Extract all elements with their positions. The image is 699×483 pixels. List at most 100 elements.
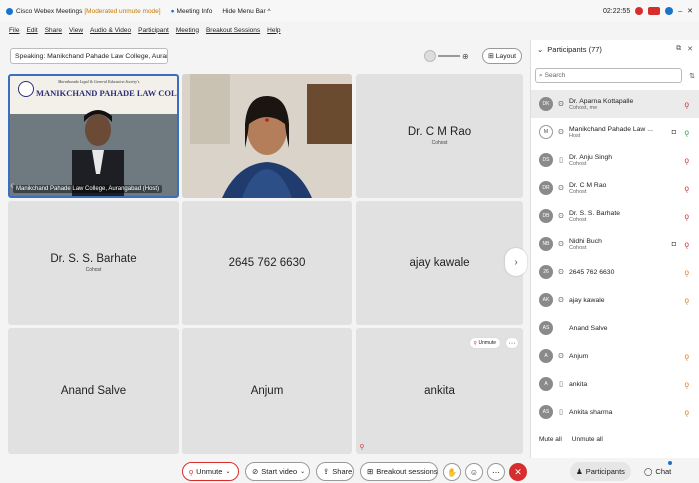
menu-edit[interactable]: Edit — [26, 27, 37, 34]
tile-unmute-label: Unmute — [478, 340, 496, 346]
college-logo-icon — [18, 81, 34, 97]
video-tile-ankita[interactable]: ankita ǫ Unmute ··· ǫ — [356, 328, 523, 454]
layout-button[interactable]: ⊞ Layout — [482, 48, 522, 64]
participant-row[interactable]: A ▯ ankita ǫ — [531, 370, 699, 398]
video-tile-barhate[interactable]: Dr. S. S. Barhate Cohost — [8, 201, 179, 325]
participant-row[interactable]: NB ʘ Nidhi Buch Cohost ◘ ǫ — [531, 230, 699, 258]
avatar: DK — [539, 97, 553, 111]
menu-view[interactable]: View — [69, 27, 83, 34]
tile-more-button[interactable]: ··· — [505, 337, 519, 349]
close-panel-icon[interactable]: ✕ — [687, 45, 693, 53]
mic-muted-icon[interactable]: ǫ — [685, 100, 689, 109]
participant-row[interactable]: AS ▯ Ankita sharma ǫ — [531, 398, 699, 426]
hide-menu-bar-button[interactable]: Hide Menu Bar ^ — [222, 8, 270, 15]
mic-muted-icon[interactable]: ǫ — [685, 240, 689, 249]
leave-meeting-button[interactable]: ✕ — [509, 463, 527, 481]
participant-row[interactable]: DK ʘ Dr. Aparna Kottapalle Cohost, me ǫ — [531, 90, 699, 118]
close-button[interactable]: ✕ — [687, 7, 693, 15]
mute-all-button[interactable]: Mute all — [539, 436, 562, 443]
participant-row[interactable]: A ʘ Anjum ǫ — [531, 342, 699, 370]
participant-row[interactable]: M ʘ Manikchand Pahade Law ... Host ◘ ǫ — [531, 118, 699, 146]
video-tile-c-m-rao[interactable]: Dr. C M Rao Cohost — [356, 74, 523, 198]
participant-role: Host — [569, 132, 581, 139]
avatar: DR — [539, 181, 553, 195]
video-tile-anjum[interactable]: Anjum — [182, 328, 352, 454]
menu-file[interactable]: File — [9, 27, 19, 34]
share-button[interactable]: ⇪ Share — [316, 462, 354, 481]
unmute-all-button[interactable]: Unmute all — [572, 436, 603, 443]
participants-header[interactable]: ⌄ Participants (77) — [537, 45, 602, 54]
participant-row[interactable]: AS Anand Salve — [531, 314, 699, 342]
mic-muted-icon[interactable]: ǫ — [685, 268, 689, 277]
unmute-button[interactable]: ǫ Unmute ⌄ — [182, 462, 239, 481]
participant-name: Anand Salve — [569, 324, 608, 332]
participant-name: Nidhi Buch — [569, 237, 602, 245]
zoom-knob[interactable] — [424, 50, 436, 62]
zoom-track[interactable] — [438, 55, 460, 57]
mic-muted-icon[interactable]: ǫ — [685, 184, 689, 193]
unmute-label: Unmute — [196, 467, 223, 476]
sort-icon[interactable]: ⇅ — [689, 72, 695, 80]
menu-meeting[interactable]: Meeting — [176, 27, 199, 34]
participant-name: Anjum — [569, 352, 589, 360]
phone-icon: ▯ — [559, 409, 563, 416]
share-label: Share — [332, 467, 353, 476]
reactions-button[interactable]: ☺ — [465, 463, 483, 481]
chevron-down-icon[interactable]: ⌄ — [537, 45, 543, 54]
participant-row[interactable]: DR ʘ Dr. C M Rao Cohost ǫ — [531, 174, 699, 202]
participant-search-input[interactable]: ⌕ Search — [535, 68, 682, 83]
smiley-icon: ☺ — [469, 467, 479, 477]
participant-name: Ankita sharma — [569, 408, 613, 416]
minimize-button[interactable]: – — [678, 8, 682, 15]
video-off-icon: ⊘ — [252, 467, 259, 476]
raise-hand-button[interactable]: ✋ — [443, 463, 461, 481]
video-tile-phone[interactable]: 2645 762 6630 — [182, 201, 352, 325]
hand-icon: ✋ — [447, 467, 457, 477]
menu-help[interactable]: Help — [267, 27, 280, 34]
zoom-in-icon[interactable]: ⊕ — [462, 52, 469, 61]
participant-info: 2645 762 6630 — [569, 269, 614, 276]
mic-muted-icon[interactable]: ǫ — [685, 380, 689, 389]
chat-tab[interactable]: ◯ Chat — [638, 462, 677, 481]
mic-muted-icon[interactable]: ǫ — [685, 408, 689, 417]
participants-tab[interactable]: ♟ Participants — [570, 462, 631, 481]
mic-muted-icon[interactable]: ǫ — [685, 156, 689, 165]
chevron-down-icon[interactable]: ⌄ — [225, 468, 230, 475]
menu-share[interactable]: Share — [45, 27, 62, 34]
recording-icon[interactable] — [635, 7, 644, 15]
mic-muted-icon[interactable]: ǫ — [685, 352, 689, 361]
tile-unmute-button[interactable]: ǫ Unmute — [468, 337, 501, 349]
video-tile-speaker[interactable] — [182, 74, 352, 198]
mic-muted-icon[interactable]: ǫ — [685, 212, 689, 221]
chevron-down-icon[interactable]: ⌄ — [300, 468, 305, 475]
mic-active-icon[interactable]: ǫ — [685, 128, 689, 137]
breakout-sessions-button[interactable]: ⊞ Breakout sessions — [360, 462, 438, 481]
chat-icon: ◯ — [644, 467, 653, 476]
video-tile-host[interactable]: Marathwada Legal & General Education Soc… — [8, 74, 179, 198]
recorder-icon[interactable] — [648, 7, 661, 15]
participant-row[interactable]: AK ʘ ajay kawale ǫ — [531, 286, 699, 314]
avatar: AK — [539, 293, 553, 307]
menu-audio-video[interactable]: Audio & Video — [90, 27, 131, 34]
participant-row[interactable]: DB ʘ Dr. S. S. Barhate Cohost ǫ — [531, 202, 699, 230]
video-tile-anand-salve[interactable]: Anand Salve — [8, 328, 179, 454]
menu-participant[interactable]: Participant — [138, 27, 169, 34]
more-options-button[interactable]: ⋯ — [487, 463, 505, 481]
menu-breakout-sessions[interactable]: Breakout Sessions — [206, 27, 260, 34]
video-tile-ajay-kawale[interactable]: ajay kawale — [356, 201, 523, 325]
meeting-info-button[interactable]: ● Meeting Info — [171, 8, 213, 15]
start-video-button[interactable]: ⊘ Start video ⌄ — [245, 462, 310, 481]
grid-next-button[interactable]: › — [505, 248, 527, 276]
titlebar-right: 02:22:55 – ✕ — [603, 0, 693, 22]
popout-icon[interactable]: ⧉ — [676, 45, 681, 53]
info-icon: ● — [170, 7, 175, 15]
mic-muted-icon: ǫ — [360, 443, 364, 450]
grid-prev-button[interactable]: ‹ — [6, 174, 18, 196]
participant-row[interactable]: 26 ʘ 2645 762 6630 ǫ — [531, 258, 699, 286]
participant-role: Cohost — [569, 244, 587, 251]
close-icon: ✕ — [514, 466, 522, 477]
mic-muted-icon: ǫ — [473, 340, 477, 346]
participant-row[interactable]: DS ▯ Dr. Anju Singh Cohost ǫ — [531, 146, 699, 174]
zoom-slider[interactable]: ⊕ — [424, 49, 476, 63]
mic-muted-icon[interactable]: ǫ — [685, 296, 689, 305]
